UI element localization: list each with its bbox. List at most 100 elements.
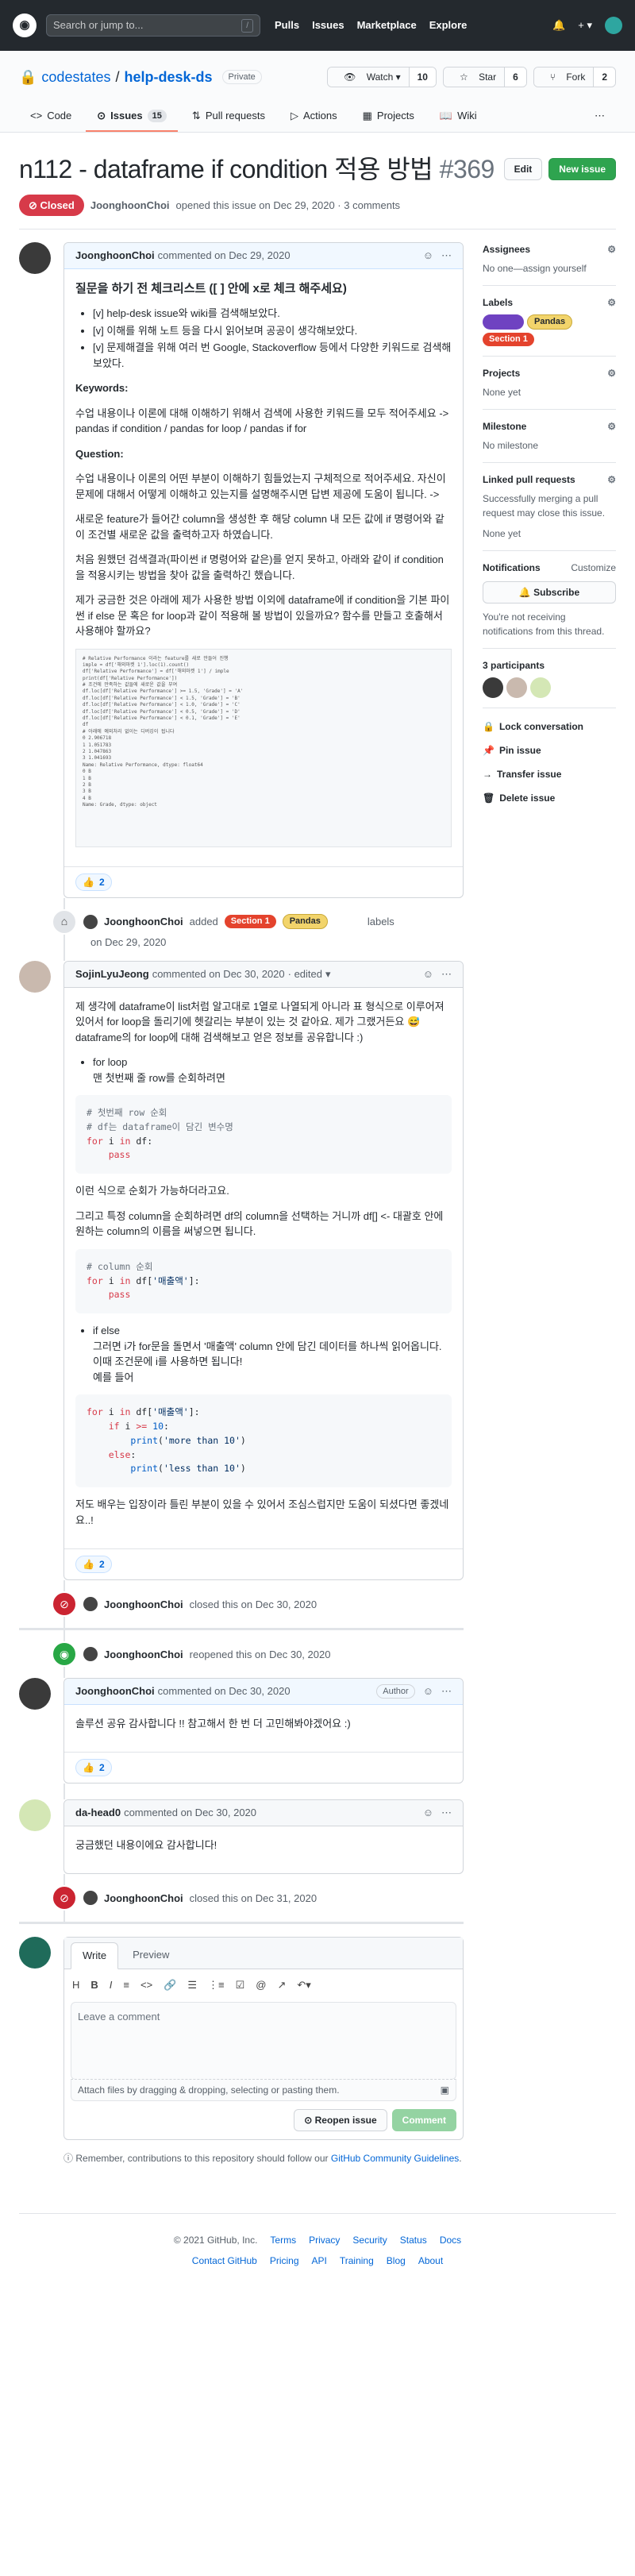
tab-wiki[interactable]: 📖 Wiki bbox=[429, 102, 488, 132]
fork-button[interactable]: ⑂ Fork 2 bbox=[533, 67, 616, 87]
footer-link[interactable]: Docs bbox=[440, 2233, 461, 2247]
tab-pull-requests[interactable]: ⇅ Pull requests bbox=[181, 102, 276, 132]
italic-icon[interactable]: I bbox=[110, 1977, 113, 1993]
nav-issues[interactable]: Issues bbox=[312, 17, 344, 33]
bullet-list-icon[interactable]: ☰ bbox=[187, 1977, 197, 1993]
label-purple[interactable] bbox=[483, 314, 524, 330]
nav-pulls[interactable]: Pulls bbox=[275, 17, 299, 33]
gear-icon[interactable]: ⚙ bbox=[607, 295, 616, 310]
bell-icon[interactable]: 🔔 bbox=[552, 17, 565, 33]
avatar[interactable] bbox=[19, 961, 51, 993]
link-icon[interactable]: 🔗 bbox=[164, 1977, 176, 1993]
footer-link[interactable]: Pricing bbox=[270, 2254, 299, 2268]
reply-icon[interactable]: ↶▾ bbox=[297, 1977, 310, 1993]
comment-date[interactable]: commented on Dec 30, 2020 bbox=[124, 1805, 256, 1821]
avatar[interactable] bbox=[530, 677, 551, 698]
delete-issue-link[interactable]: 🗑 Delete issue bbox=[483, 786, 616, 810]
comment-date[interactable]: commented on Dec 30, 2020 bbox=[152, 966, 285, 982]
kebab-icon[interactable]: ⋯ bbox=[441, 1683, 452, 1699]
avatar[interactable] bbox=[19, 1678, 51, 1710]
kebab-icon[interactable]: ⋯ bbox=[441, 248, 452, 264]
avatar[interactable] bbox=[83, 914, 98, 929]
avatar[interactable] bbox=[83, 1647, 98, 1662]
tab-preview[interactable]: Preview bbox=[121, 1942, 180, 1969]
footer-link[interactable]: Training bbox=[340, 2254, 374, 2268]
issue-author[interactable]: JoonghoonChoi bbox=[90, 198, 170, 214]
guidelines-link[interactable]: GitHub Community Guidelines bbox=[331, 2153, 459, 2164]
bold-icon[interactable]: B bbox=[90, 1977, 98, 1993]
fork-count[interactable]: 2 bbox=[593, 67, 615, 87]
footer-link[interactable]: API bbox=[312, 2254, 327, 2268]
event-author[interactable]: JoonghoonChoi bbox=[104, 1597, 183, 1613]
avatar[interactable] bbox=[483, 677, 503, 698]
star-count[interactable]: 6 bbox=[504, 67, 526, 87]
comment-author[interactable]: JoonghoonChoi bbox=[75, 1683, 155, 1699]
thumbs-up-reaction[interactable]: 👍 2 bbox=[75, 1759, 112, 1777]
edited-marker[interactable]: · edited bbox=[288, 966, 322, 982]
code-icon[interactable]: <> bbox=[140, 1977, 152, 1993]
assignees-value[interactable]: No one—assign yourself bbox=[483, 263, 587, 274]
tab-issues[interactable]: ⊙ Issues 15 bbox=[86, 102, 178, 132]
gear-icon[interactable]: ⚙ bbox=[607, 242, 616, 256]
gear-icon[interactable]: ⚙ bbox=[607, 366, 616, 380]
avatar[interactable] bbox=[83, 1891, 98, 1906]
avatar[interactable] bbox=[19, 1799, 51, 1832]
label-section-1[interactable]: Section 1 bbox=[483, 333, 534, 346]
comment-textarea[interactable]: Leave a comment bbox=[71, 2002, 456, 2080]
comment-button[interactable]: Comment bbox=[391, 2109, 456, 2132]
smiley-icon[interactable]: ☺ bbox=[423, 1805, 433, 1821]
quote-icon[interactable]: ≡ bbox=[123, 1977, 129, 1993]
avatar[interactable] bbox=[19, 1937, 51, 1969]
nav-explore[interactable]: Explore bbox=[429, 17, 468, 33]
thumbs-up-reaction[interactable]: 👍 2 bbox=[75, 1556, 112, 1574]
comment-author[interactable]: SojinLyuJeong bbox=[75, 966, 149, 982]
task-list-icon[interactable]: ☑ bbox=[236, 1977, 245, 1993]
customize-link[interactable]: Customize bbox=[571, 561, 616, 575]
thumbs-up-reaction[interactable]: 👍 2 bbox=[75, 873, 112, 891]
kebab-icon[interactable]: ⋯ bbox=[441, 1805, 452, 1821]
footer-link[interactable]: About bbox=[418, 2254, 443, 2268]
smiley-icon[interactable]: ☺ bbox=[423, 248, 433, 264]
mention-icon[interactable]: @ bbox=[256, 1977, 266, 1993]
search-input[interactable]: Search or jump to... / bbox=[46, 14, 260, 37]
reopen-issue-button[interactable]: ⊙ Reopen issue bbox=[294, 2109, 387, 2132]
event-author[interactable]: JoonghoonChoi bbox=[104, 1891, 183, 1907]
label-pandas[interactable]: Pandas bbox=[282, 914, 328, 929]
lock-conversation-link[interactable]: 🔒 Lock conversation bbox=[483, 715, 616, 738]
comment-author[interactable]: da-head0 bbox=[75, 1805, 121, 1821]
code-screenshot-image[interactable]: # Relative Performance 이라는 feature를 새로 만… bbox=[75, 648, 452, 847]
subscribe-button[interactable]: 🔔 Subscribe bbox=[483, 581, 616, 604]
event-author[interactable]: JoonghoonChoi bbox=[104, 1647, 183, 1663]
transfer-issue-link[interactable]: → Transfer issue bbox=[483, 762, 616, 786]
smiley-icon[interactable]: ☺ bbox=[423, 1683, 433, 1699]
label-section-1[interactable]: Section 1 bbox=[224, 915, 276, 928]
plus-icon[interactable]: + ▾ bbox=[578, 17, 592, 33]
comment-date[interactable]: commented on Dec 29, 2020 bbox=[158, 248, 291, 264]
footer-link[interactable]: Status bbox=[400, 2233, 427, 2247]
watch-button[interactable]: 👁 Watch ▾ 10 bbox=[327, 67, 437, 87]
avatar[interactable] bbox=[83, 1597, 98, 1612]
numbered-list-icon[interactable]: ⋮≡ bbox=[208, 1977, 225, 1993]
nav-marketplace[interactable]: Marketplace bbox=[357, 17, 417, 33]
new-issue-button[interactable]: New issue bbox=[548, 157, 616, 180]
tab-write[interactable]: Write bbox=[71, 1942, 119, 1969]
repo-name-link[interactable]: help-desk-ds bbox=[125, 67, 213, 88]
smiley-icon[interactable]: ☺ bbox=[423, 966, 433, 982]
event-author[interactable]: JoonghoonChoi bbox=[104, 914, 183, 930]
tab-projects[interactable]: ▦ Projects bbox=[352, 102, 425, 132]
edit-button[interactable]: Edit bbox=[503, 157, 543, 180]
footer-link[interactable]: Contact GitHub bbox=[192, 2254, 257, 2268]
repo-owner-link[interactable]: codestates bbox=[41, 67, 110, 88]
gear-icon[interactable]: ⚙ bbox=[607, 419, 616, 434]
comment-author[interactable]: JoonghoonChoi bbox=[75, 248, 155, 264]
footer-link[interactable]: Security bbox=[352, 2233, 387, 2247]
star-button[interactable]: ☆ Star 6 bbox=[442, 67, 527, 87]
tab-code[interactable]: <> Code bbox=[19, 102, 83, 132]
avatar[interactable] bbox=[506, 677, 527, 698]
heading-icon[interactable]: H bbox=[72, 1977, 79, 1993]
label-pandas[interactable]: Pandas bbox=[527, 314, 573, 330]
pin-issue-link[interactable]: 📌 Pin issue bbox=[483, 738, 616, 762]
footer-link[interactable]: Terms bbox=[270, 2233, 296, 2247]
reference-icon[interactable]: ↗ bbox=[277, 1977, 286, 1993]
footer-link[interactable]: Privacy bbox=[309, 2233, 340, 2247]
